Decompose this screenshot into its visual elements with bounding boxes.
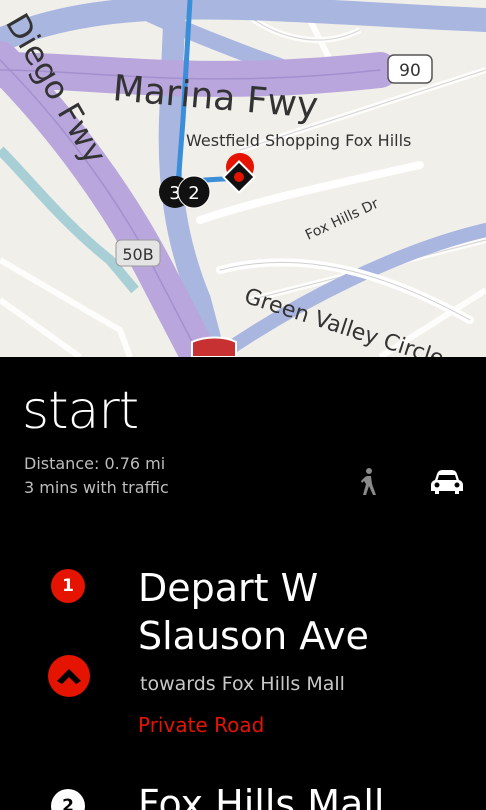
- walking-icon[interactable]: [358, 467, 380, 501]
- depart-arrow-icon: [48, 655, 90, 701]
- step-1-instruction-line2[interactable]: Slauson Ave: [138, 613, 369, 659]
- directions-panel: start Distance: 0.76 mi 3 mins with traf…: [0, 357, 486, 810]
- step-1-warning: Private Road: [138, 713, 265, 737]
- map-label-shopping: Westfield Shopping Fox Hills: [186, 131, 411, 150]
- marker-2-label: 2: [188, 183, 199, 204]
- step-2-instruction-line1[interactable]: Fox Hills Mall: [138, 781, 384, 810]
- waypoint-marker-2[interactable]: 2: [177, 175, 211, 209]
- shield-50b-label: 50B: [122, 245, 153, 264]
- interstate-shield-icon: [191, 336, 237, 357]
- distance-text: Distance: 0.76 mi: [24, 454, 166, 473]
- route-shield-90: 90: [387, 54, 433, 84]
- car-icon[interactable]: [431, 470, 463, 500]
- page-title: start: [22, 381, 139, 441]
- map-view[interactable]: Marina Fwy Diego Fwy Westfield Shopping …: [0, 0, 486, 357]
- travel-time-text: 3 mins with traffic: [24, 478, 169, 497]
- step-number-2: 2: [51, 789, 85, 810]
- map-canvas[interactable]: Marina Fwy Diego Fwy Westfield Shopping …: [0, 0, 486, 357]
- exit-shield-50b: 50B: [115, 239, 161, 267]
- step-1-instruction-line1[interactable]: Depart W: [138, 565, 318, 611]
- step-1-towards: towards Fox Hills Mall: [140, 673, 345, 695]
- step-number-1: 1: [51, 569, 85, 603]
- shield-90-label: 90: [399, 61, 421, 81]
